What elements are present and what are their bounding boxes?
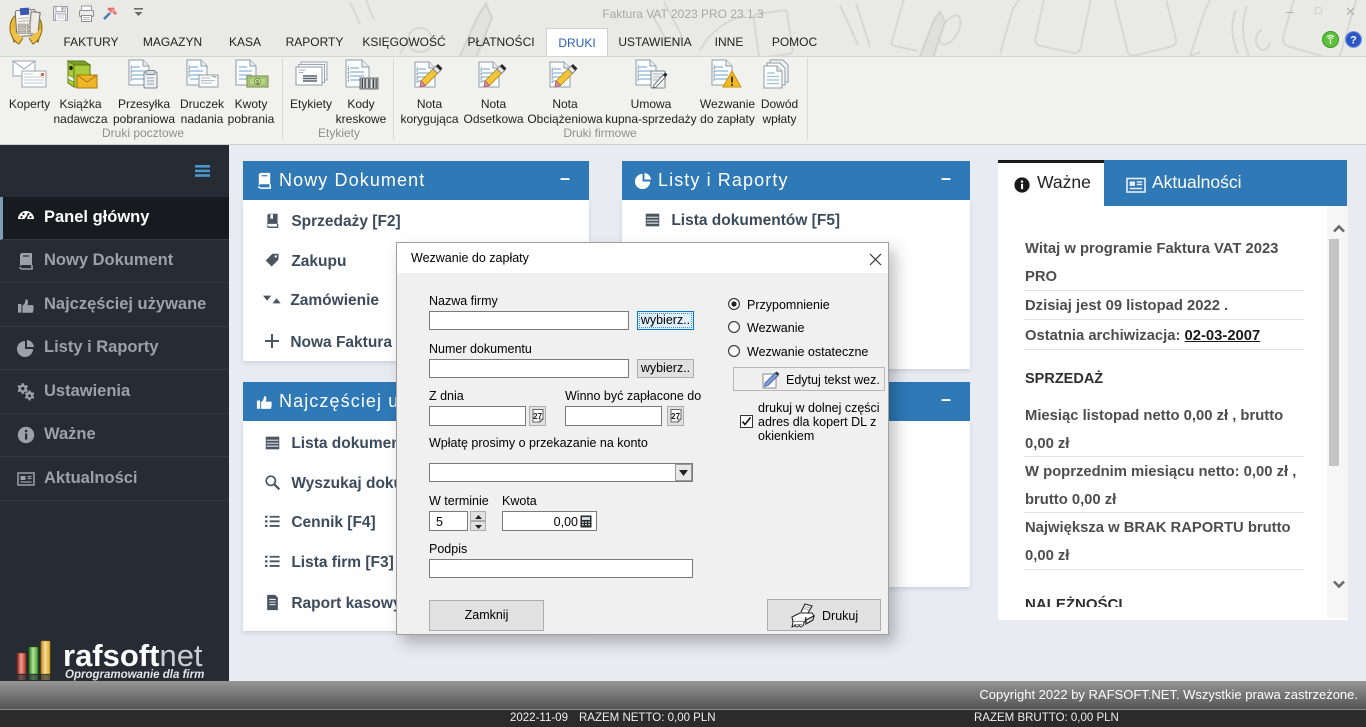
svg-text:27: 27 [533, 412, 542, 421]
svg-text:?: ? [1350, 35, 1357, 47]
svg-text:27: 27 [671, 412, 680, 421]
svg-text:$: $ [256, 80, 259, 86]
